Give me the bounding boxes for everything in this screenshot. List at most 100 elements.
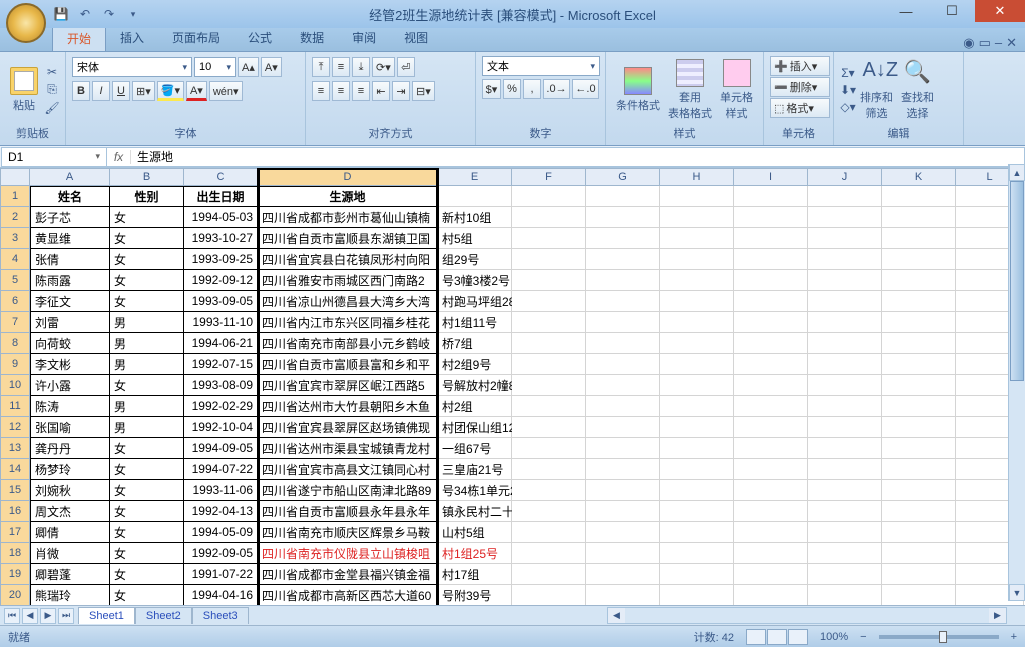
cell[interactable]: 1992-10-04 <box>184 417 258 438</box>
percent-icon[interactable]: % <box>503 79 521 99</box>
ribbon-more-icon[interactable]: – <box>995 35 1002 51</box>
cell[interactable]: 山村5组 <box>438 522 512 543</box>
cell[interactable] <box>808 459 882 480</box>
row-header-18[interactable]: 18 <box>0 543 30 564</box>
cell[interactable] <box>586 585 660 605</box>
row-header-14[interactable]: 14 <box>0 459 30 480</box>
align-middle-icon[interactable]: ≡ <box>332 57 350 77</box>
ribbon-tab-0[interactable]: 开始 <box>52 25 106 51</box>
column-header-A[interactable]: A <box>30 168 110 186</box>
row-header-13[interactable]: 13 <box>0 438 30 459</box>
cell[interactable] <box>660 186 734 207</box>
cell[interactable] <box>586 375 660 396</box>
cell[interactable]: 卿倩 <box>30 522 110 543</box>
cell[interactable] <box>586 564 660 585</box>
cell[interactable]: 1993-09-05 <box>184 291 258 312</box>
cell[interactable] <box>882 522 956 543</box>
cell[interactable]: 1993-10-27 <box>184 228 258 249</box>
cell[interactable] <box>734 291 808 312</box>
ribbon-tab-5[interactable]: 审阅 <box>338 25 390 51</box>
cell[interactable] <box>586 543 660 564</box>
cell[interactable] <box>734 459 808 480</box>
cell[interactable]: 四川省凉山州德昌县大湾乡大湾 <box>258 291 438 312</box>
formula-input[interactable]: 生源地 <box>131 146 1024 167</box>
cell[interactable] <box>512 438 586 459</box>
delete-cells-button[interactable]: ➖删除▾ <box>770 77 830 97</box>
cut-icon[interactable]: ✂ <box>44 64 60 80</box>
cell[interactable]: 组29号 <box>438 249 512 270</box>
cell[interactable]: 出生日期 <box>184 186 258 207</box>
row-header-20[interactable]: 20 <box>0 585 30 605</box>
cell[interactable] <box>808 249 882 270</box>
cell[interactable]: 村跑马坪组28号 <box>438 291 512 312</box>
cell[interactable]: 1992-09-05 <box>184 543 258 564</box>
row-header-1[interactable]: 1 <box>0 186 30 207</box>
cell[interactable] <box>734 438 808 459</box>
cell[interactable] <box>808 312 882 333</box>
cell[interactable] <box>882 396 956 417</box>
row-header-7[interactable]: 7 <box>0 312 30 333</box>
cell[interactable]: 1994-05-03 <box>184 207 258 228</box>
cell[interactable] <box>586 333 660 354</box>
last-sheet-icon[interactable]: ⏭ <box>58 608 74 624</box>
cell[interactable]: 男 <box>110 333 184 354</box>
cell[interactable]: 村1组11号 <box>438 312 512 333</box>
cell[interactable]: 女 <box>110 228 184 249</box>
row-header-6[interactable]: 6 <box>0 291 30 312</box>
cell[interactable]: 张倩 <box>30 249 110 270</box>
scroll-up-icon[interactable]: ▲ <box>1009 164 1025 181</box>
cell[interactable] <box>734 585 808 605</box>
cell[interactable] <box>882 354 956 375</box>
cell[interactable]: 号解放村2幢83号 <box>438 375 512 396</box>
cell[interactable] <box>734 522 808 543</box>
orientation-icon[interactable]: ⟳▾ <box>372 57 395 77</box>
cell[interactable]: 女 <box>110 480 184 501</box>
cell[interactable]: 号3幢3楼2号 <box>438 270 512 291</box>
column-header-F[interactable]: F <box>512 168 586 186</box>
cell[interactable] <box>660 354 734 375</box>
cell[interactable] <box>882 480 956 501</box>
cell[interactable]: 四川省遂宁市船山区南津北路89 <box>258 480 438 501</box>
ribbon-tab-3[interactable]: 公式 <box>234 25 286 51</box>
row-header-10[interactable]: 10 <box>0 375 30 396</box>
comma-icon[interactable]: , <box>523 79 541 99</box>
cell[interactable]: 龚丹丹 <box>30 438 110 459</box>
cell[interactable]: 刘雷 <box>30 312 110 333</box>
shrink-font-icon[interactable]: A▾ <box>261 57 282 77</box>
row-header-17[interactable]: 17 <box>0 522 30 543</box>
ribbon-minimize-icon[interactable]: ▭ <box>979 35 991 51</box>
cell[interactable]: 男 <box>110 417 184 438</box>
font-size-combo[interactable]: 10▾ <box>194 57 236 77</box>
scroll-right-icon[interactable]: ▶ <box>989 608 1006 623</box>
cell[interactable]: 女 <box>110 375 184 396</box>
cell[interactable] <box>808 438 882 459</box>
copy-icon[interactable]: ⎘ <box>44 82 60 98</box>
cell[interactable]: 肖微 <box>30 543 110 564</box>
cell[interactable] <box>882 312 956 333</box>
cell[interactable]: 一组67号 <box>438 438 512 459</box>
cell[interactable] <box>438 186 512 207</box>
column-header-H[interactable]: H <box>660 168 734 186</box>
cell[interactable] <box>734 417 808 438</box>
cell[interactable] <box>586 186 660 207</box>
cell[interactable]: 村5组 <box>438 228 512 249</box>
cell[interactable]: 村2组 <box>438 396 512 417</box>
cell[interactable] <box>586 396 660 417</box>
autosum-icon[interactable]: Σ▾ <box>840 65 856 81</box>
align-top-icon[interactable]: ⤒ <box>312 57 330 77</box>
sheet-tab-Sheet3[interactable]: Sheet3 <box>192 607 249 624</box>
cell[interactable] <box>512 564 586 585</box>
redo-icon[interactable]: ↷ <box>100 5 118 23</box>
row-header-19[interactable]: 19 <box>0 564 30 585</box>
zoom-level[interactable]: 100% <box>820 631 848 643</box>
cell[interactable]: 1994-06-21 <box>184 333 258 354</box>
cell[interactable]: 黄显维 <box>30 228 110 249</box>
scroll-down-icon[interactable]: ▼ <box>1009 584 1025 601</box>
column-header-B[interactable]: B <box>110 168 184 186</box>
cell[interactable]: 四川省南充市仪陇县立山镇梭咀 <box>258 543 438 564</box>
decrease-indent-icon[interactable]: ⇤ <box>372 81 390 101</box>
cell[interactable] <box>660 207 734 228</box>
align-bottom-icon[interactable]: ⤓ <box>352 57 370 77</box>
cell[interactable] <box>882 543 956 564</box>
cell[interactable]: 四川省南充市南部县小元乡鹤岐 <box>258 333 438 354</box>
